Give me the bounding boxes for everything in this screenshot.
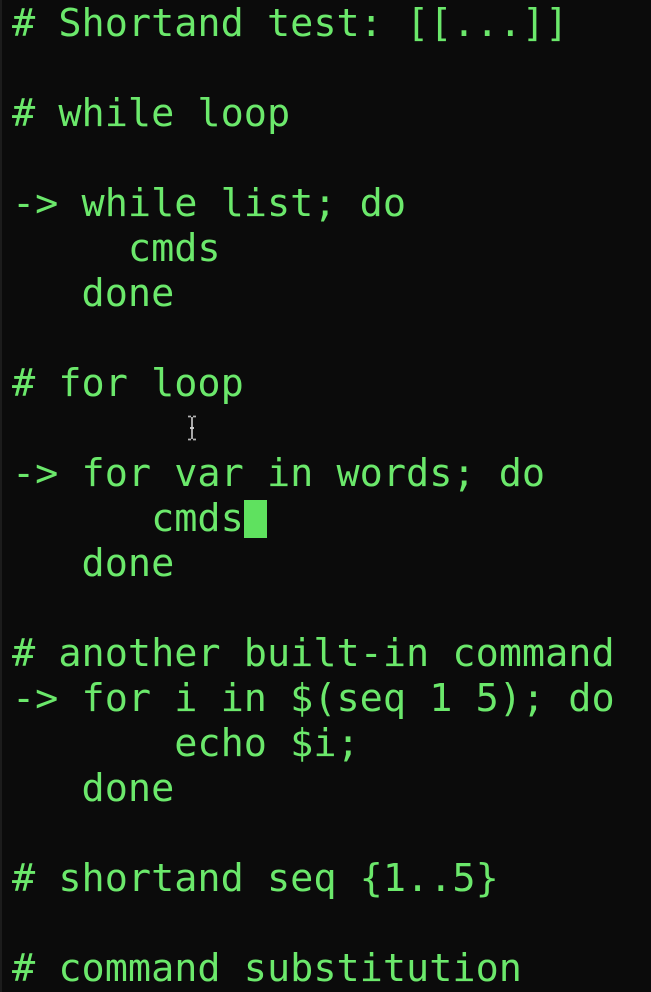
terminal-line: # shortand seq {1..5} (12, 856, 499, 901)
terminal-line: # while loop (12, 91, 291, 136)
terminal-line: # Shortand test: [[...]] (12, 1, 569, 46)
i-beam-cursor-icon (188, 415, 196, 441)
terminal-line: # another built-in command (12, 631, 615, 676)
terminal-line: # command substitution (12, 946, 522, 991)
terminal-line-with-cursor: cmds (12, 496, 267, 541)
terminal-line: # for loop (12, 361, 244, 406)
terminal-line: done (12, 541, 175, 586)
terminal-line: -> for i in $(seq 1 5); do (12, 676, 615, 721)
terminal-line: done (12, 271, 175, 316)
terminal-line-text: cmds (12, 496, 244, 541)
text-cursor (243, 500, 267, 538)
terminal-line: cmds (12, 226, 221, 271)
terminal-window[interactable]: # Shortand test: [[...]] # while loop ->… (0, 0, 651, 992)
terminal-line: -> for var in words; do (12, 451, 546, 496)
terminal-line: echo $i; (12, 721, 360, 766)
terminal-line: done (12, 766, 175, 811)
terminal-line: -> while list; do (12, 181, 407, 226)
